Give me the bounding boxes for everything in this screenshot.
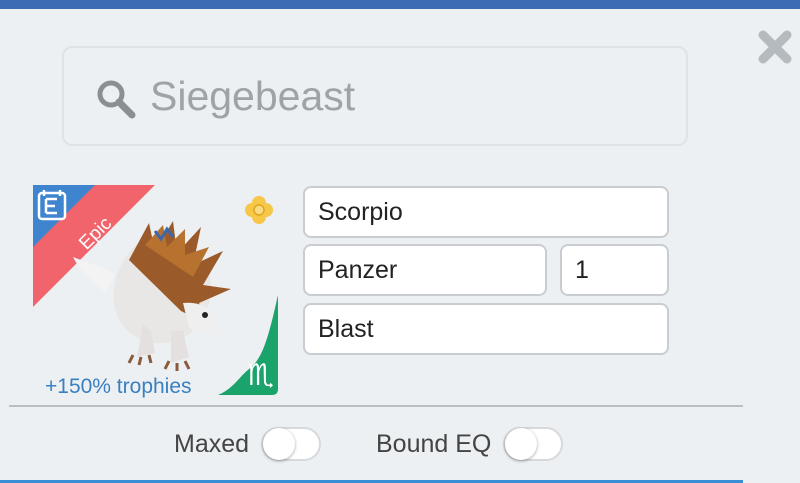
- bound-eq-label: Bound EQ: [376, 429, 492, 458]
- maxed-toggle-row: Maxed: [174, 422, 322, 466]
- toggle-knob: [263, 428, 296, 460]
- maxed-toggle[interactable]: [261, 427, 322, 461]
- search-icon: [97, 80, 136, 119]
- level-field[interactable]: 1: [560, 244, 669, 296]
- toggle-knob: [505, 428, 538, 460]
- trophies-bonus: +150% trophies: [45, 375, 192, 398]
- search-input[interactable]: Siegebeast: [62, 46, 688, 146]
- divider: [9, 405, 743, 407]
- top-bar: [0, 0, 800, 9]
- skill-field[interactable]: Blast: [303, 303, 669, 355]
- monster-card[interactable]: ♏ Epic: [33, 185, 278, 395]
- bound-eq-toggle[interactable]: [503, 427, 564, 461]
- scorpio-icon: ♏: [247, 358, 274, 393]
- bound-eq-toggle-row: Bound EQ: [376, 422, 564, 466]
- search-value[interactable]: Siegebeast: [150, 70, 355, 122]
- close-button[interactable]: [754, 26, 796, 68]
- maxed-label: Maxed: [174, 429, 250, 458]
- close-icon: [758, 30, 792, 64]
- type-field[interactable]: Panzer: [303, 244, 547, 296]
- name-field[interactable]: Scorpio: [303, 186, 669, 238]
- monster-card-art: ♏: [33, 185, 278, 395]
- gold-flower-icon: [245, 196, 273, 224]
